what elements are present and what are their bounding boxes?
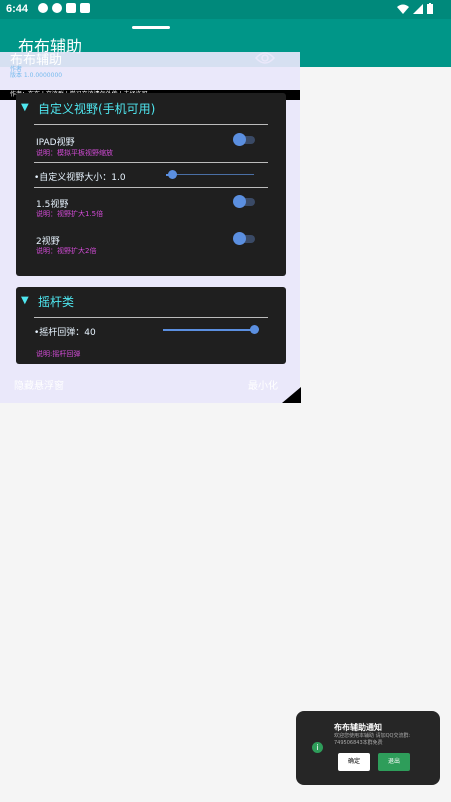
section-title[interactable]: 自定义视野(手机可用)	[38, 100, 155, 117]
section-custom-view: ▼ 自定义视野(手机可用) IPAD视野 说明：模拟平板视野缩放 •自定义视野大…	[16, 93, 286, 276]
telegram-icon-2	[52, 3, 62, 13]
status-time: 6:44	[6, 3, 29, 15]
battery-icon	[427, 3, 433, 14]
item-title-ipad: IPAD视野	[36, 138, 75, 148]
exit-button[interactable]: 退出	[378, 753, 410, 771]
android-icon	[66, 3, 76, 13]
notification-body: 欢迎您使用本辅助 请加QQ交流群: 749506843本群免费	[334, 733, 411, 746]
toggle-ipad-view[interactable]	[233, 133, 257, 146]
hide-overlay-button[interactable]: 隐藏悬浮窗	[14, 377, 64, 392]
collapse-icon[interactable]: ▼	[21, 102, 29, 113]
signal-icon	[413, 3, 423, 14]
wifi-icon	[397, 4, 409, 14]
divider	[34, 124, 268, 125]
app-notification-icon	[80, 3, 90, 13]
info-icon: i	[312, 742, 323, 753]
confirm-button[interactable]: 确定	[338, 753, 370, 771]
minimize-button[interactable]: 最小化	[248, 377, 278, 392]
item-desc-2x: 说明：视野扩大2倍	[36, 247, 97, 255]
section-title[interactable]: 摇杆类	[38, 293, 74, 310]
status-right	[397, 3, 433, 14]
collapse-icon[interactable]: ▼	[21, 295, 29, 306]
notification-icons	[38, 3, 90, 13]
divider	[34, 187, 268, 188]
slider-label-view-size: •自定义视野大小：1.0	[34, 173, 126, 183]
divider	[34, 317, 268, 318]
drag-handle[interactable]	[132, 26, 170, 29]
telegram-icon	[38, 3, 48, 13]
slider-label-joystick: •摇杆回弹：40	[34, 328, 96, 338]
resize-handle[interactable]	[282, 387, 301, 403]
item-desc-joystick: 说明:摇杆回弹	[36, 350, 81, 358]
menu-version: 版本 1.0.0000000	[10, 72, 63, 79]
status-bar: 6:44	[0, 0, 451, 19]
notification-dialog: 布布辅助通知 欢迎您使用本辅助 请加QQ交流群: 749506843本群免费 i…	[296, 711, 440, 785]
slider-view-size[interactable]	[166, 170, 254, 180]
notification-title: 布布辅助通知	[334, 723, 382, 732]
item-desc-ipad: 说明：模拟平板视野缩放	[36, 149, 113, 157]
slider-joystick-rebound[interactable]	[163, 325, 259, 335]
toggle-2x-view[interactable]	[233, 232, 257, 245]
toggle-1-5x-view[interactable]	[233, 195, 257, 208]
divider	[34, 162, 268, 163]
item-desc-1-5x: 说明：视野扩大1.5倍	[36, 210, 104, 218]
section-joystick: ▼ 摇杆类 •摇杆回弹：40 说明:摇杆回弹	[16, 287, 286, 364]
